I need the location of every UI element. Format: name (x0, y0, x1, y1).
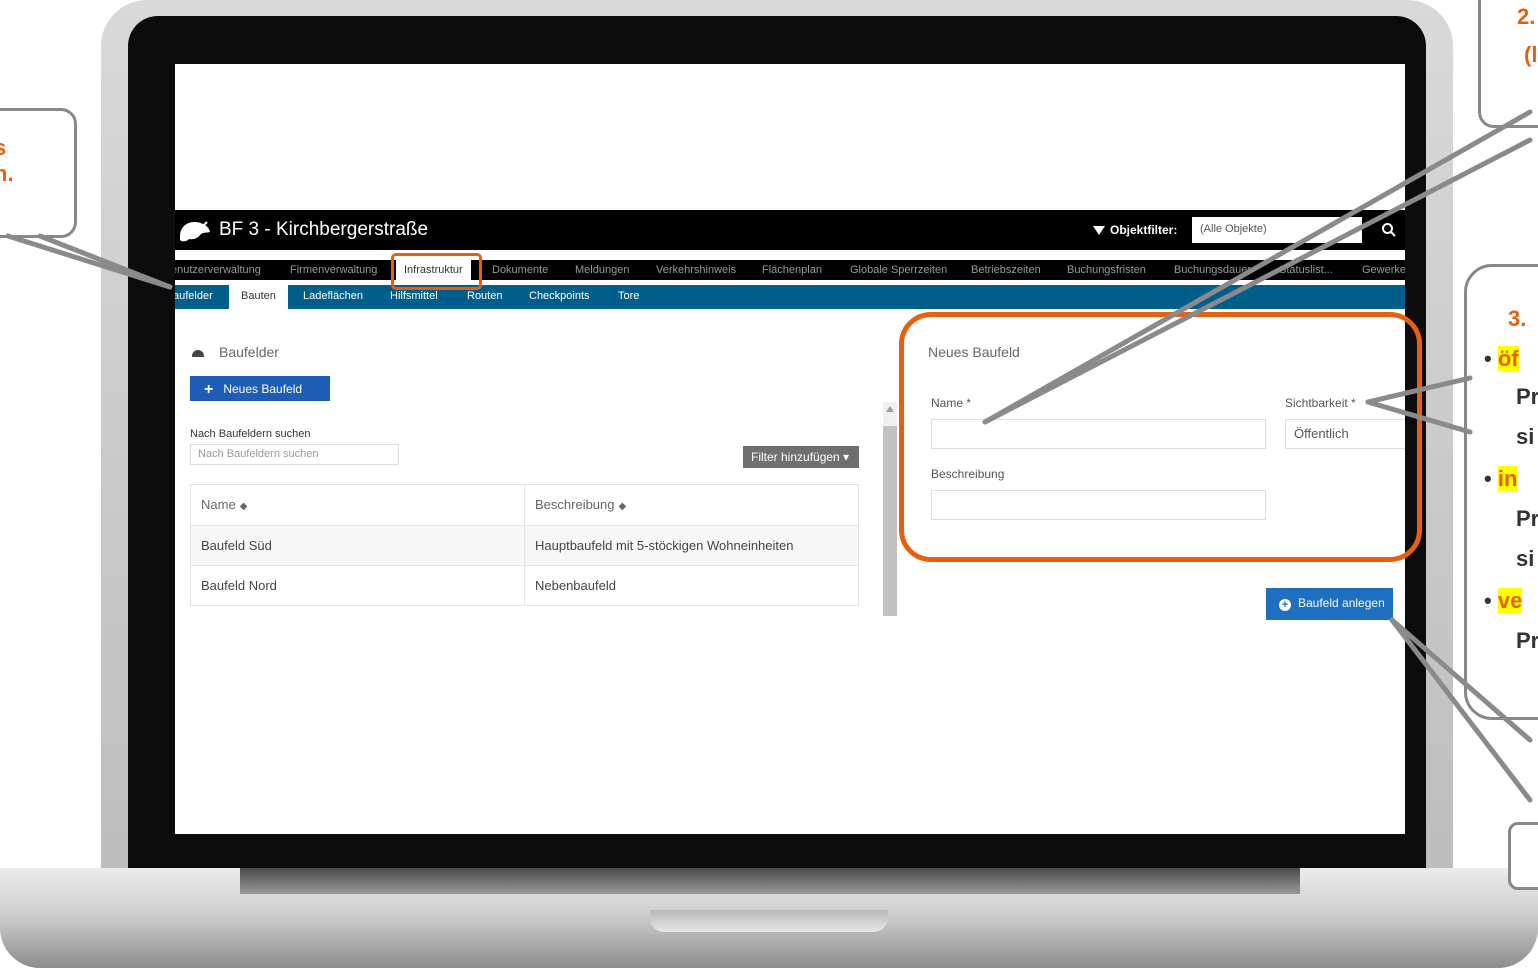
callout-pointers (5, 109, 1533, 803)
